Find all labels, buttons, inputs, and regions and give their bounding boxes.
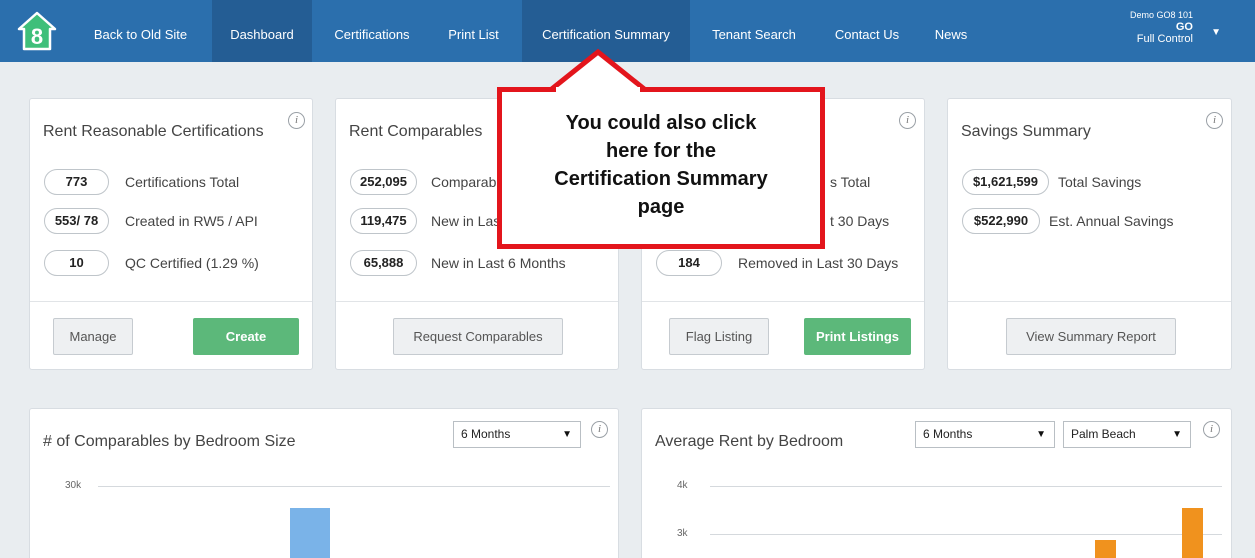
callout-line: page [637, 196, 685, 218]
comparables-by-bedroom-panel: # of Comparables by Bedroom Size 6 Month… [29, 408, 619, 558]
stat-value: 10 [44, 250, 109, 276]
stat-label: QC Certified (1.29 %) [125, 255, 259, 271]
user-menu[interactable]: Demo GO8 101 GO Full Control [1130, 9, 1193, 45]
period-select-value: 6 Months [461, 427, 511, 441]
request-comparables-button[interactable]: Request Comparables [393, 318, 563, 355]
region-select[interactable]: Palm Beach ▼ [1063, 421, 1191, 448]
view-summary-report-button[interactable]: View Summary Report [1006, 318, 1176, 355]
average-rent-by-bedroom-panel: Average Rent by Bedroom 6 Months ▼ Palm … [641, 408, 1232, 558]
stat-value: 252,095 [350, 169, 417, 195]
info-icon[interactable]: i [899, 112, 916, 129]
stat-label: Est. Annual Savings [1049, 213, 1174, 229]
flag-listing-button[interactable]: Flag Listing [669, 318, 769, 355]
nav-contact-us[interactable]: Contact Us [817, 0, 917, 62]
nav-dashboard[interactable]: Dashboard [212, 0, 312, 62]
divider [30, 301, 312, 302]
caret-down-icon: ▼ [1036, 429, 1046, 440]
user-name: Demo GO8 101 [1129, 10, 1193, 20]
print-listings-button[interactable]: Print Listings [804, 318, 911, 355]
chart-bar [290, 508, 330, 558]
divider [642, 301, 924, 302]
y-tick-label: 3k [677, 528, 688, 539]
stat-value: $522,990 [962, 208, 1040, 234]
stat-label: New in Last 6 Months [431, 255, 566, 271]
caret-down-icon: ▼ [1172, 429, 1182, 440]
divider [336, 301, 618, 302]
chart-bar [1095, 540, 1116, 558]
savings-summary-card: Savings Summary i $1,621,599 Total Savin… [947, 98, 1232, 370]
manage-button[interactable]: Manage [53, 318, 133, 355]
chart-bar [1182, 508, 1203, 558]
stat-value: 773 [44, 169, 109, 195]
period-select[interactable]: 6 Months ▼ [453, 421, 581, 448]
callout-box: You could also click here for the Certif… [497, 87, 825, 249]
stat-label: Certifications Total [125, 174, 240, 190]
chart-title: Average Rent by Bedroom [655, 433, 844, 450]
nav-certifications[interactable]: Certifications [318, 0, 426, 62]
callout-text: You could also click here for the Certif… [502, 109, 820, 221]
gridline [710, 534, 1222, 535]
stat-value: 553/ 78 [44, 208, 109, 234]
stat-value: 119,475 [350, 208, 417, 234]
create-button[interactable]: Create [193, 318, 299, 355]
info-icon[interactable]: i [1206, 112, 1223, 129]
nav-certification-summary[interactable]: Certification Summary [522, 0, 690, 62]
nav-tenant-search[interactable]: Tenant Search [695, 0, 813, 62]
nav-news[interactable]: News [921, 0, 981, 62]
top-nav: 8 Back to Old Site Dashboard Certificati… [0, 0, 1255, 62]
y-tick-label: 4k [677, 480, 688, 491]
period-select-value: 6 Months [923, 427, 973, 441]
region-select-value: Palm Beach [1071, 427, 1136, 441]
user-code: GO [1175, 21, 1193, 33]
info-icon[interactable]: i [288, 112, 305, 129]
caret-down-icon: ▼ [562, 429, 572, 440]
stat-value: 184 [656, 250, 722, 276]
card-title: Savings Summary [961, 123, 1091, 140]
user-role: Full Control [1136, 33, 1193, 45]
stat-label: Removed in Last 30 Days [738, 255, 899, 271]
card-title: Rent Comparables [349, 123, 483, 140]
stat-label: Created in RW5 / API [125, 213, 258, 229]
gridline [98, 486, 610, 487]
gridline [710, 486, 1222, 487]
callout-line: here for the [605, 140, 717, 162]
info-icon[interactable]: i [1203, 421, 1220, 438]
y-tick-label: 30k [65, 480, 82, 491]
info-icon[interactable]: i [591, 421, 608, 438]
card-title: Rent Reasonable Certifications [43, 123, 264, 140]
caret-down-icon[interactable]: ▼ [1211, 27, 1221, 38]
rent-reasonable-card: Rent Reasonable Certifications i 773 Cer… [29, 98, 313, 370]
divider [948, 301, 1231, 302]
home-logo-icon[interactable]: 8 [17, 11, 57, 51]
stat-label: t 30 Days [830, 213, 890, 229]
callout-line: You could also click [565, 112, 757, 134]
stat-value: $1,621,599 [962, 169, 1049, 195]
stat-label: s Total [830, 174, 871, 190]
chart-title: # of Comparables by Bedroom Size [43, 433, 296, 450]
stat-label: Total Savings [1058, 174, 1142, 190]
stat-value: 65,888 [350, 250, 417, 276]
period-select[interactable]: 6 Months ▼ [915, 421, 1055, 448]
callout-line: Certification Summary [554, 168, 768, 190]
nav-print-list[interactable]: Print List [430, 0, 517, 62]
nav-back-to-old-site[interactable]: Back to Old Site [84, 0, 197, 62]
svg-text:8: 8 [31, 24, 43, 49]
